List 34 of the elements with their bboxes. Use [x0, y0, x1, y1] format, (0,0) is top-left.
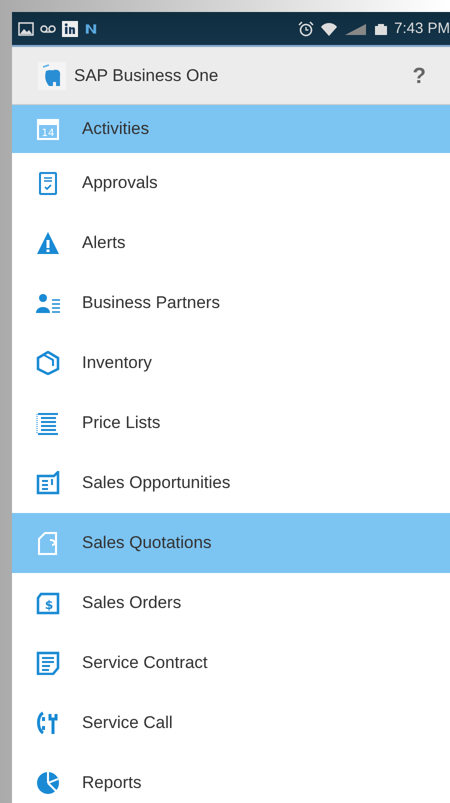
alarm-icon	[298, 20, 314, 36]
menu-label: Approvals	[82, 173, 158, 193]
document-icon	[36, 471, 60, 495]
document-icon	[36, 531, 60, 555]
menu-label: Service Call	[82, 713, 173, 733]
warning-icon	[36, 231, 60, 255]
clock-time: 7:43 PM	[394, 20, 450, 37]
linkedin-icon	[62, 20, 78, 36]
hexagon-box-icon	[36, 351, 60, 375]
price-list-icon	[36, 411, 60, 435]
menu-label: Inventory	[82, 353, 152, 373]
calendar-icon: 14	[36, 117, 60, 141]
menu-item[interactable]: 14 Activities	[12, 105, 450, 153]
menu-label: Price Lists	[82, 413, 160, 433]
menu-label: Service Contract	[82, 653, 208, 673]
menu-label: Activities	[82, 119, 150, 139]
form-icon	[36, 651, 60, 675]
app-logo-icon	[38, 62, 66, 90]
help-button[interactable]: ?	[408, 62, 430, 88]
menu-item[interactable]: Sales Quotations	[12, 513, 450, 573]
menu-label: Sales Orders	[82, 593, 182, 613]
person-list-icon	[36, 291, 60, 315]
pie-chart-icon	[36, 771, 60, 795]
menu-label: Sales Opportunities	[82, 473, 230, 493]
phone-wrench-icon	[36, 711, 60, 735]
app-title: SAP Business One	[74, 66, 218, 86]
clipboard-icon	[36, 171, 60, 195]
menu-label: Business Partners	[82, 293, 220, 313]
image-icon	[18, 20, 34, 36]
menu-label: Sales Quotations	[82, 533, 212, 553]
menu-label: Reports	[82, 773, 142, 793]
dollar-document-icon: $	[36, 591, 60, 615]
menu-label: Alerts	[82, 233, 126, 253]
wifi-icon	[320, 20, 338, 36]
